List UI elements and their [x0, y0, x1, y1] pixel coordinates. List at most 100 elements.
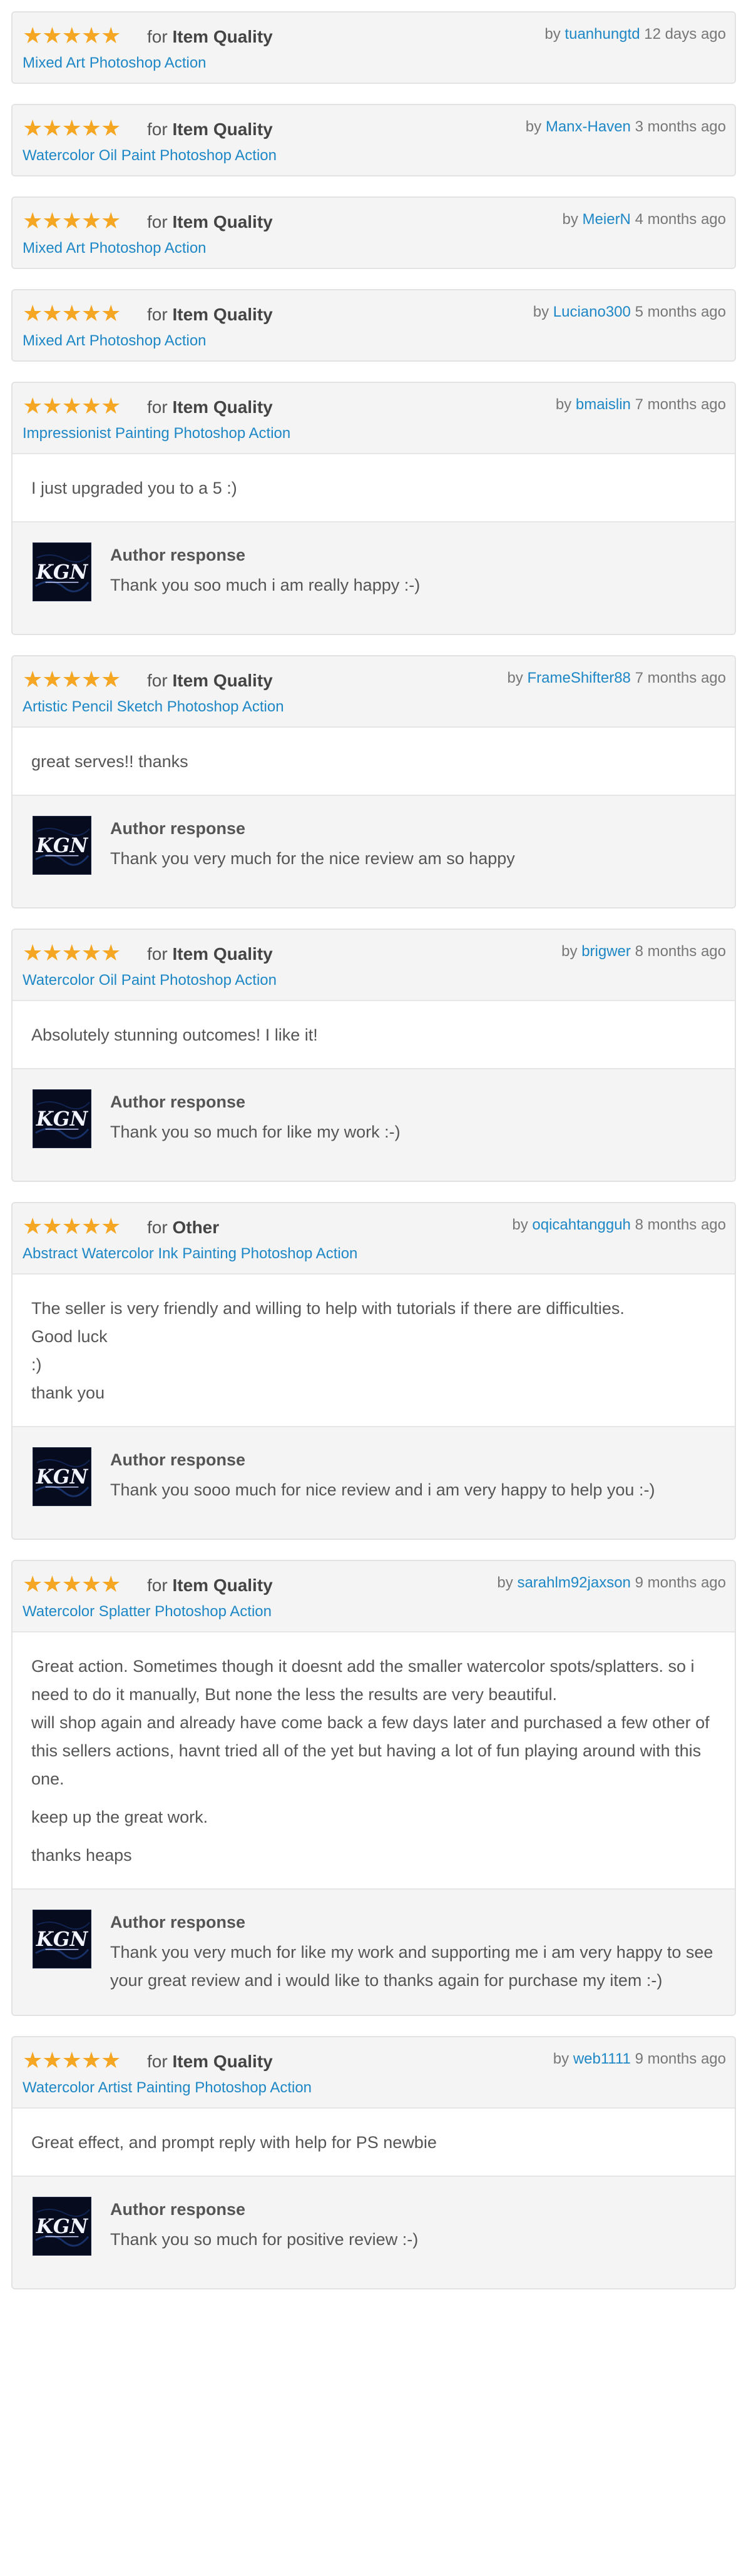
review-header: ★★★★★ for Item Quality Watercolor Oil Pain…	[13, 930, 735, 1000]
author-avatar: KGN	[33, 1910, 91, 1968]
for-label: for	[147, 27, 168, 46]
star-rating: ★★★★★	[23, 1571, 121, 1597]
review-header: ★★★★★ for Item Quality Impressionist Paint…	[13, 383, 735, 453]
review-header: ★★★★★ for Item Quality Watercolor Splatter…	[13, 1561, 735, 1631]
author-response: KGN Author response Thank you so much for …	[13, 1069, 735, 1181]
category-name: Item Quality	[172, 120, 273, 139]
star-icon: ★	[101, 1213, 121, 1239]
item-link[interactable]: Watercolor Splatter Photoshop Action	[23, 1602, 272, 1621]
by-label: by	[555, 396, 572, 413]
review-meta: by tuanhungtd 12 days ago	[544, 25, 726, 44]
reviewer-link[interactable]: FrameShifter88	[527, 669, 630, 686]
by-label: by	[525, 118, 542, 135]
reviewer-link[interactable]: Luciano300	[553, 303, 631, 320]
rating-category: for Item Quality	[147, 1575, 273, 1596]
review-body: The seller is very friendly and willing …	[13, 1273, 735, 1427]
by-label: by	[507, 669, 523, 686]
star-icon: ★	[101, 1571, 121, 1597]
item-link[interactable]: Watercolor Oil Paint Photoshop Action	[23, 971, 277, 990]
star-icon: ★	[42, 1213, 62, 1239]
review-card: ★★★★★ for Item Quality Watercolor Oil Pain…	[11, 104, 736, 176]
review-card: ★★★★★ for Item Quality Mixed Art Photoshop…	[11, 289, 736, 362]
rating-category: for Item Quality	[147, 670, 273, 691]
author-avatar: KGN	[33, 542, 91, 601]
star-icon: ★	[101, 208, 121, 233]
item-link[interactable]: Watercolor Artist Painting Photoshop Act…	[23, 2079, 312, 2097]
category-name: Item Quality	[172, 305, 273, 324]
item-link[interactable]: Mixed Art Photoshop Action	[23, 332, 207, 350]
review-header: ★★★★★ for Other Abstract Watercolor Ink Pa…	[13, 1203, 735, 1273]
reviewer-link[interactable]: web1111	[573, 2050, 631, 2067]
review-header: ★★★★★ for Item Quality Mixed Art Photoshop…	[13, 290, 735, 360]
by-label: by	[562, 211, 578, 228]
star-rating: ★★★★★	[23, 394, 121, 418]
review-meta: by bmaislin 7 months ago	[556, 395, 726, 414]
review-time: 7 months ago	[635, 669, 726, 686]
reviewer-link[interactable]: sarahlm92jaxson	[517, 1574, 630, 1591]
review-card: ★★★★★ for Item Quality Mixed Art Photoshop…	[11, 11, 736, 84]
star-rating: ★★★★★	[23, 1213, 121, 1239]
star-rating: ★★★★★	[23, 115, 121, 141]
star-icon: ★	[23, 23, 43, 48]
star-icon: ★	[42, 300, 62, 326]
review-header: ★★★★★ for Item Quality Mixed Art Photoshop…	[13, 198, 735, 268]
item-link[interactable]: Abstract Watercolor Ink Painting Photosh…	[23, 1245, 357, 1263]
svg-text:KGN: KGN	[36, 835, 89, 857]
item-link[interactable]: Impressionist Painting Photoshop Action	[23, 424, 290, 443]
for-label: for	[147, 944, 168, 964]
item-link[interactable]: Mixed Art Photoshop Action	[23, 54, 207, 73]
for-label: for	[147, 212, 168, 232]
review-card: ★★★★★ for Other Abstract Watercolor Ink Pa…	[11, 1202, 736, 1540]
item-link[interactable]: Artistic Pencil Sketch Photoshop Action	[23, 698, 284, 716]
star-icon: ★	[101, 2047, 121, 2073]
by-label: by	[561, 943, 578, 960]
author-response-text: Thank you very much for the nice review …	[110, 849, 515, 868]
reviewer-link[interactable]: brigwer	[581, 943, 631, 960]
author-response-text: Thank you so much for positive review :-…	[110, 2230, 419, 2249]
item-link[interactable]: Watercolor Oil Paint Photoshop Action	[23, 146, 277, 165]
star-icon: ★	[61, 23, 82, 48]
star-icon: ★	[61, 2047, 82, 2073]
category-name: Item Quality	[172, 212, 273, 232]
reviewer-link[interactable]: tuanhungtd	[565, 26, 640, 43]
review-card: ★★★★★ for Item Quality Mixed Art Photoshop…	[11, 196, 736, 269]
review-body: great serves!! thanks	[13, 726, 735, 796]
rating-category: for Item Quality	[147, 304, 273, 325]
star-icon: ★	[101, 23, 121, 48]
star-icon: ★	[61, 208, 82, 233]
svg-text:KGN: KGN	[36, 1928, 89, 1951]
reviewer-link[interactable]: bmaislin	[576, 396, 631, 413]
rating-category: for Item Quality	[147, 2051, 273, 2072]
category-name: Item Quality	[172, 671, 273, 690]
review-text: The seller is very friendly and willing …	[31, 1299, 625, 1402]
for-label: for	[147, 1218, 168, 1237]
star-icon: ★	[23, 940, 43, 965]
star-icon: ★	[81, 300, 101, 326]
author-avatar: KGN	[33, 1089, 91, 1148]
review-text: Absolutely stunning outcomes! I like it!	[31, 1026, 318, 1044]
star-icon: ★	[61, 1571, 82, 1597]
star-icon: ★	[42, 23, 62, 48]
review-text: keep up the great work.	[31, 1808, 208, 1826]
star-icon: ★	[23, 1213, 43, 1239]
reviewer-link[interactable]: MeierN	[583, 211, 631, 228]
svg-text:KGN: KGN	[36, 2216, 89, 2238]
star-icon: ★	[101, 940, 121, 965]
author-response-title: Author response	[110, 819, 246, 838]
star-icon: ★	[42, 666, 62, 692]
review-time: 9 months ago	[635, 2050, 726, 2067]
star-rating: ★★★★★	[23, 208, 121, 233]
rating-category: for Other	[147, 1217, 219, 1238]
review-meta: by web1111 9 months ago	[553, 2050, 726, 2069]
star-icon: ★	[81, 115, 101, 141]
reviewer-link[interactable]: Manx-Haven	[546, 118, 631, 135]
by-label: by	[553, 2050, 570, 2067]
category-name: Item Quality	[172, 397, 273, 417]
star-rating: ★★★★★	[23, 2047, 121, 2073]
item-link[interactable]: Mixed Art Photoshop Action	[23, 239, 207, 258]
star-icon: ★	[23, 115, 43, 141]
author-response-title: Author response	[110, 1913, 246, 1932]
star-icon: ★	[23, 300, 43, 326]
reviewer-link[interactable]: oqicahtangguh	[532, 1216, 630, 1233]
star-icon: ★	[23, 666, 43, 692]
